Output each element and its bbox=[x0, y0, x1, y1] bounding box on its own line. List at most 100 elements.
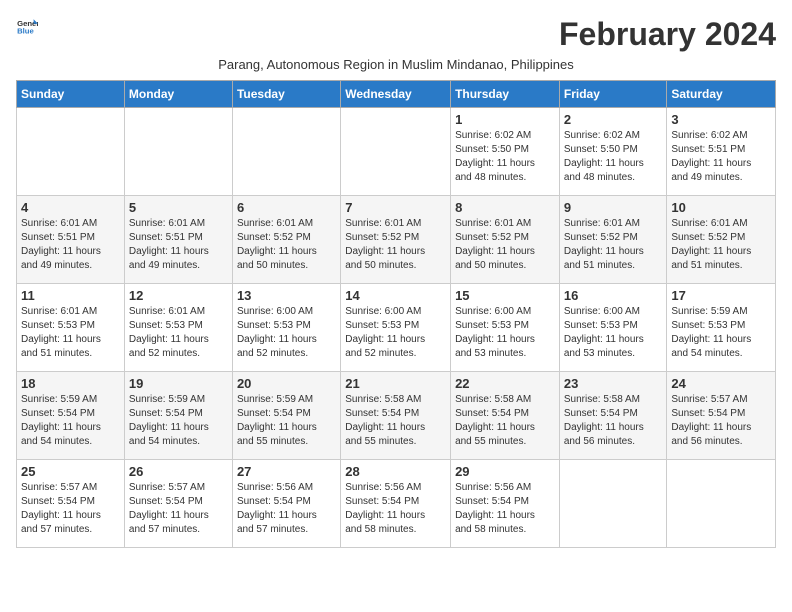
day-number: 24 bbox=[671, 376, 771, 391]
day-info: Sunrise: 5:58 AMSunset: 5:54 PMDaylight:… bbox=[345, 393, 446, 449]
day-number: 20 bbox=[237, 376, 336, 391]
day-number: 7 bbox=[345, 200, 446, 215]
day-info: Sunrise: 5:58 AMSunset: 5:54 PMDaylight:… bbox=[564, 393, 663, 449]
table-row: 16 Sunrise: 6:00 AMSunset: 5:53 PMDayligh… bbox=[559, 284, 667, 372]
table-row: 19Sunrise: 5:59 AMSunset: 5:54 PMDayligh… bbox=[124, 372, 232, 460]
day-info: Sunrise: 6:01 AMSunset: 5:52 PMDaylight:… bbox=[564, 217, 663, 273]
day-number: 8 bbox=[455, 200, 555, 215]
table-row: 6Sunrise: 6:01 AMSunset: 5:52 PMDaylight… bbox=[232, 196, 340, 284]
day-info: Sunrise: 6:01 AMSunset: 5:51 PMDaylight:… bbox=[129, 217, 228, 273]
table-row: 5 Sunrise: 6:01 AMSunset: 5:51 PMDaylight… bbox=[124, 196, 232, 284]
table-row bbox=[341, 108, 451, 196]
table-row: 18Sunrise: 5:59 AMSunset: 5:54 PMDayligh… bbox=[17, 372, 125, 460]
day-info: Sunrise: 6:00 AMSunset: 5:53 PMDaylight:… bbox=[345, 305, 446, 361]
day-number: 13 bbox=[237, 288, 336, 303]
day-number: 28 bbox=[345, 464, 446, 479]
day-info: Sunrise: 6:02 AMSunset: 5:50 PMDaylight:… bbox=[455, 129, 555, 185]
day-number: 26 bbox=[129, 464, 228, 479]
logo-icon: General Blue bbox=[16, 16, 38, 38]
header-monday: Monday bbox=[124, 81, 232, 108]
table-row: 22 Sunrise: 5:58 AMSunset: 5:54 PMDayligh… bbox=[451, 372, 560, 460]
table-row: 29 Sunrise: 5:56 AMSunset: 5:54 PMDayligh… bbox=[451, 460, 560, 548]
table-row: 14Sunrise: 6:00 AMSunset: 5:53 PMDayligh… bbox=[341, 284, 451, 372]
table-row: 10Sunrise: 6:01 AMSunset: 5:52 PMDayligh… bbox=[667, 196, 776, 284]
day-number: 3 bbox=[671, 112, 771, 127]
svg-text:Blue: Blue bbox=[17, 27, 34, 36]
day-number: 29 bbox=[455, 464, 555, 479]
day-number: 17 bbox=[671, 288, 771, 303]
header-tuesday: Tuesday bbox=[232, 81, 340, 108]
day-number: 15 bbox=[455, 288, 555, 303]
header-friday: Friday bbox=[559, 81, 667, 108]
calendar-table: Sunday Monday Tuesday Wednesday Thursday… bbox=[16, 80, 776, 548]
day-info: Sunrise: 5:56 AMSunset: 5:54 PMDaylight:… bbox=[237, 481, 336, 537]
day-number: 9 bbox=[564, 200, 663, 215]
table-row: 25 Sunrise: 5:57 AMSunset: 5:54 PMDayligh… bbox=[17, 460, 125, 548]
month-title: February 2024 bbox=[559, 16, 776, 53]
day-number: 25 bbox=[21, 464, 120, 479]
day-info: Sunrise: 6:00 AMSunset: 5:53 PMDaylight:… bbox=[564, 305, 663, 361]
day-number: 21 bbox=[345, 376, 446, 391]
day-number: 1 bbox=[455, 112, 555, 127]
table-row: 12 Sunrise: 6:01 AMSunset: 5:53 PMDayligh… bbox=[124, 284, 232, 372]
day-info: Sunrise: 5:56 AMSunset: 5:54 PMDaylight:… bbox=[345, 481, 446, 537]
table-row: 24Sunrise: 5:57 AMSunset: 5:54 PMDayligh… bbox=[667, 372, 776, 460]
day-number: 22 bbox=[455, 376, 555, 391]
calendar-week-row: 18 Sunrise: 5:59 AMSunset: 5:54 PMDayligh… bbox=[17, 372, 776, 460]
table-row: 4 Sunrise: 6:01 AMSunset: 5:51 PMDaylight… bbox=[17, 196, 125, 284]
table-row: 13 Sunrise: 6:00 AMSunset: 5:53 PMDayligh… bbox=[232, 284, 340, 372]
day-info: Sunrise: 6:02 AMSunset: 5:51 PMDaylight:… bbox=[671, 129, 771, 185]
day-number: 5 bbox=[129, 200, 228, 215]
header-sunday: Sunday bbox=[17, 81, 125, 108]
table-row bbox=[667, 460, 776, 548]
day-number: 23 bbox=[564, 376, 663, 391]
calendar-week-row: 11 Sunrise: 6:01 AMSunset: 5:53 PMDayligh… bbox=[17, 284, 776, 372]
header-thursday: Thursday bbox=[451, 81, 560, 108]
day-info: Sunrise: 6:01 AMSunset: 5:52 PMDaylight:… bbox=[345, 217, 446, 273]
day-info: Sunrise: 6:02 AMSunset: 5:50 PMDaylight:… bbox=[564, 129, 663, 185]
day-info: Sunrise: 6:01 AMSunset: 5:53 PMDaylight:… bbox=[21, 305, 120, 361]
table-row: 20 Sunrise: 5:59 AMSunset: 5:54 PMDayligh… bbox=[232, 372, 340, 460]
subtitle: Parang, Autonomous Region in Muslim Mind… bbox=[16, 57, 776, 72]
day-number: 16 bbox=[564, 288, 663, 303]
table-row bbox=[559, 460, 667, 548]
calendar-week-row: 25 Sunrise: 5:57 AMSunset: 5:54 PMDayligh… bbox=[17, 460, 776, 548]
header-wednesday: Wednesday bbox=[341, 81, 451, 108]
table-row: 7 Sunrise: 6:01 AMSunset: 5:52 PMDaylight… bbox=[341, 196, 451, 284]
day-number: 18 bbox=[21, 376, 120, 391]
logo: General Blue bbox=[16, 16, 38, 38]
day-number: 11 bbox=[21, 288, 120, 303]
day-info: Sunrise: 6:00 AMSunset: 5:53 PMDaylight:… bbox=[237, 305, 336, 361]
table-row bbox=[124, 108, 232, 196]
day-number: 12 bbox=[129, 288, 228, 303]
day-number: 6 bbox=[237, 200, 336, 215]
day-info: Sunrise: 5:59 AMSunset: 5:53 PMDaylight:… bbox=[671, 305, 771, 361]
day-info: Sunrise: 5:57 AMSunset: 5:54 PMDaylight:… bbox=[21, 481, 120, 537]
day-info: Sunrise: 6:01 AMSunset: 5:53 PMDaylight:… bbox=[129, 305, 228, 361]
page-header: General Blue February 2024 bbox=[16, 16, 776, 53]
day-info: Sunrise: 6:01 AMSunset: 5:52 PMDaylight:… bbox=[455, 217, 555, 273]
table-row: 27 Sunrise: 5:56 AMSunset: 5:54 PMDayligh… bbox=[232, 460, 340, 548]
day-info: Sunrise: 5:59 AMSunset: 5:54 PMDaylight:… bbox=[129, 393, 228, 449]
table-row: 11 Sunrise: 6:01 AMSunset: 5:53 PMDayligh… bbox=[17, 284, 125, 372]
day-info: Sunrise: 6:01 AMSunset: 5:51 PMDaylight:… bbox=[21, 217, 120, 273]
table-row: 3 Sunrise: 6:02 AMSunset: 5:51 PMDaylight… bbox=[667, 108, 776, 196]
table-row: 1 Sunrise: 6:02 AMSunset: 5:50 PMDaylight… bbox=[451, 108, 560, 196]
calendar-week-row: 1 Sunrise: 6:02 AMSunset: 5:50 PMDaylight… bbox=[17, 108, 776, 196]
day-info: Sunrise: 5:59 AMSunset: 5:54 PMDaylight:… bbox=[237, 393, 336, 449]
day-info: Sunrise: 5:57 AMSunset: 5:54 PMDaylight:… bbox=[129, 481, 228, 537]
table-row: 21 Sunrise: 5:58 AMSunset: 5:54 PMDayligh… bbox=[341, 372, 451, 460]
table-row: 9 Sunrise: 6:01 AMSunset: 5:52 PMDaylight… bbox=[559, 196, 667, 284]
table-row: 8 Sunrise: 6:01 AMSunset: 5:52 PMDaylight… bbox=[451, 196, 560, 284]
calendar-header-row: Sunday Monday Tuesday Wednesday Thursday… bbox=[17, 81, 776, 108]
table-row: 23 Sunrise: 5:58 AMSunset: 5:54 PMDayligh… bbox=[559, 372, 667, 460]
day-number: 27 bbox=[237, 464, 336, 479]
day-info: Sunrise: 6:00 AMSunset: 5:53 PMDaylight:… bbox=[455, 305, 555, 361]
day-number: 4 bbox=[21, 200, 120, 215]
table-row: 15 Sunrise: 6:00 AMSunset: 5:53 PMDayligh… bbox=[451, 284, 560, 372]
table-row: 17 Sunrise: 5:59 AMSunset: 5:53 PMDayligh… bbox=[667, 284, 776, 372]
day-info: Sunrise: 5:58 AMSunset: 5:54 PMDaylight:… bbox=[455, 393, 555, 449]
table-row bbox=[17, 108, 125, 196]
header-saturday: Saturday bbox=[667, 81, 776, 108]
day-info: Sunrise: 5:56 AMSunset: 5:54 PMDaylight:… bbox=[455, 481, 555, 537]
